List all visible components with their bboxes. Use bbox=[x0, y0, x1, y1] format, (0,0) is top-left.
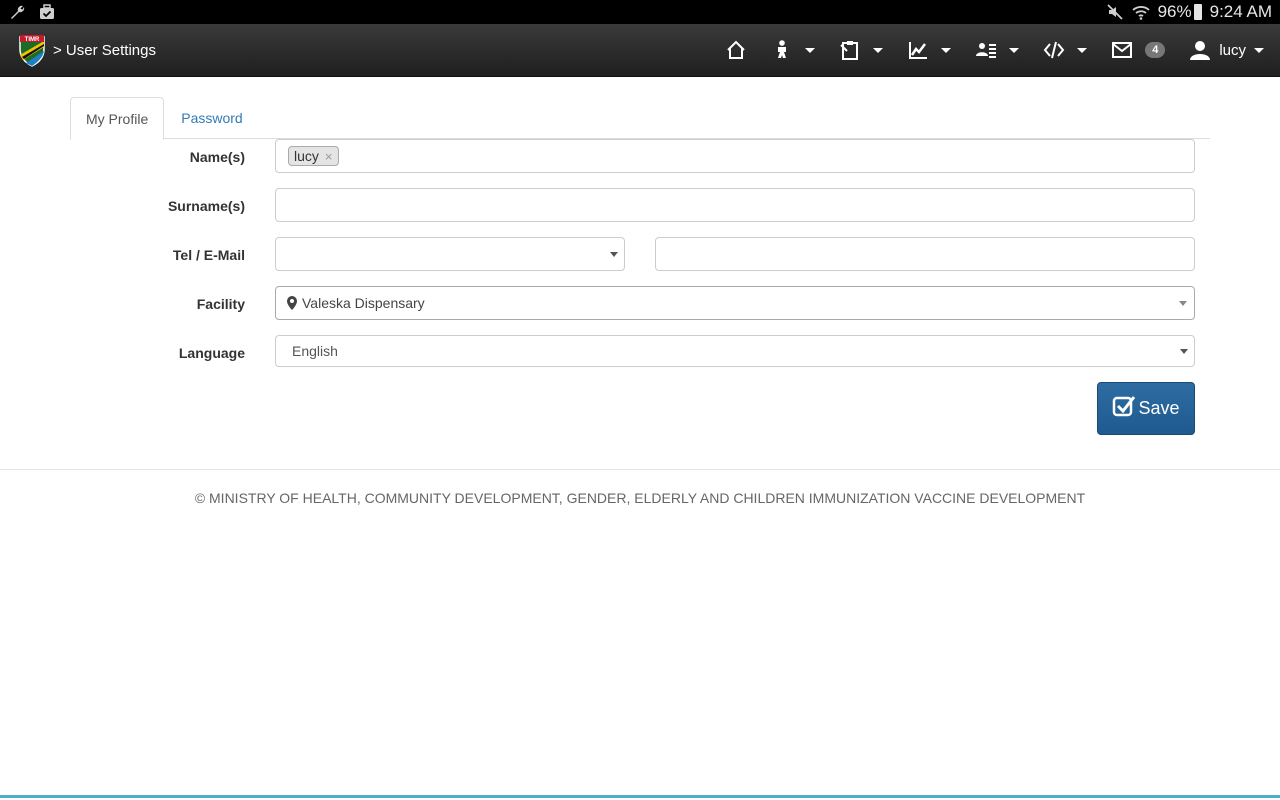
language-label: Language bbox=[178, 344, 245, 361]
nav-code-menu[interactable] bbox=[1031, 24, 1099, 76]
username: lucy bbox=[1219, 41, 1246, 59]
footer-text: © MINISTRY OF HEALTH, COMMUNITY DEVELOPM… bbox=[194, 490, 1086, 506]
chevron-down-icon bbox=[941, 47, 952, 53]
surname-row: Surname(s) bbox=[0, 188, 1280, 223]
tab-password[interactable]: Password bbox=[166, 97, 257, 139]
surname-label: Surname(s) bbox=[167, 197, 245, 214]
nav-reports-menu[interactable] bbox=[895, 24, 963, 76]
facility-row: Facility Valeska Dispensary bbox=[0, 286, 1280, 321]
chevron-down-icon bbox=[1254, 47, 1264, 53]
language-select[interactable]: English bbox=[275, 335, 1195, 367]
page-title: > User Settings bbox=[53, 41, 156, 59]
battery-percent: 96% bbox=[1157, 2, 1192, 21]
line-chart-icon bbox=[909, 42, 928, 59]
contact-type-select[interactable] bbox=[275, 237, 625, 271]
envelope-icon bbox=[1112, 42, 1133, 58]
battery-icon bbox=[1193, 4, 1202, 20]
names-row: Name(s) lucy × bbox=[0, 139, 1280, 174]
app-navbar: TIMR > User Settings 4 lucy bbox=[0, 24, 1280, 77]
chevron-down-icon bbox=[1180, 349, 1188, 354]
nav-user-menu[interactable]: lucy bbox=[1177, 24, 1280, 76]
users-list-icon bbox=[976, 43, 997, 58]
mute-icon bbox=[1106, 3, 1124, 21]
nav-users-menu[interactable] bbox=[963, 24, 1031, 76]
facility-select[interactable]: Valeska Dispensary bbox=[275, 286, 1195, 320]
facility-label: Facility bbox=[196, 295, 245, 312]
bottom-accent-line bbox=[0, 795, 1280, 798]
chevron-down-icon bbox=[1077, 47, 1088, 53]
names-input[interactable]: lucy × bbox=[275, 139, 1195, 173]
nav-home[interactable] bbox=[713, 24, 759, 76]
surname-input[interactable] bbox=[275, 188, 1195, 222]
contact-row: Tel / E-Mail bbox=[0, 237, 1280, 272]
name-tag-text: lucy bbox=[294, 148, 319, 164]
footer-divider bbox=[0, 469, 1280, 470]
remove-tag-icon[interactable]: × bbox=[325, 149, 333, 164]
map-marker-icon bbox=[287, 296, 297, 310]
save-label: Save bbox=[1138, 398, 1180, 418]
home-icon bbox=[727, 40, 745, 59]
tab-my-profile[interactable]: My Profile bbox=[70, 97, 165, 140]
chevron-down-icon bbox=[610, 252, 618, 257]
wifi-icon bbox=[1131, 3, 1150, 21]
messages-count-badge: 4 bbox=[1145, 42, 1166, 58]
code-icon bbox=[1043, 41, 1065, 59]
check-square-icon bbox=[1113, 395, 1136, 416]
chevron-down-icon bbox=[1009, 47, 1020, 53]
contact-value-input[interactable] bbox=[655, 237, 1195, 271]
nav-messages[interactable]: 4 bbox=[1099, 24, 1177, 76]
names-label: Name(s) bbox=[189, 148, 245, 165]
user-icon bbox=[1190, 41, 1211, 60]
chevron-down-icon bbox=[1179, 301, 1187, 306]
chevron-down-icon bbox=[805, 47, 816, 53]
clock: 9:24 AM bbox=[1209, 2, 1272, 21]
brand[interactable]: TIMR > User Settings bbox=[0, 33, 156, 67]
timr-logo: TIMR bbox=[19, 35, 45, 67]
svg-text:TIMR: TIMR bbox=[25, 37, 40, 43]
language-value: English bbox=[292, 343, 338, 359]
nav-clipboard-menu[interactable] bbox=[827, 24, 895, 76]
briefcase-check-icon bbox=[38, 3, 56, 21]
settings-tabs: My Profile Password bbox=[70, 97, 1210, 140]
wrench-icon bbox=[8, 3, 26, 21]
facility-value: Valeska Dispensary bbox=[302, 295, 425, 311]
clipboard-icon bbox=[840, 41, 859, 60]
name-tag: lucy × bbox=[288, 146, 339, 166]
contact-label: Tel / E-Mail bbox=[172, 246, 245, 263]
language-row: Language English bbox=[0, 335, 1280, 370]
android-status-bar: 96% 9:24 AM bbox=[0, 0, 1280, 24]
child-icon bbox=[778, 40, 787, 58]
chevron-down-icon bbox=[873, 47, 884, 53]
save-button[interactable]: Save bbox=[1097, 382, 1195, 435]
nav-child-menu[interactable] bbox=[759, 24, 827, 76]
